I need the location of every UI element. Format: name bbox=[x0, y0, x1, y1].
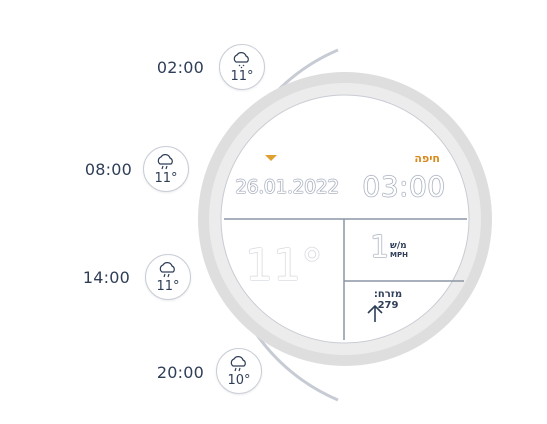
wind-speed: 1 bbox=[370, 230, 390, 265]
widget-frame bbox=[198, 48, 492, 402]
forecast-time: 14:00 bbox=[82, 268, 130, 287]
forecast-temp: 11° bbox=[156, 279, 180, 294]
wind-unit-line2: MPH bbox=[390, 251, 408, 259]
cloud-rain-icon bbox=[157, 154, 173, 170]
cloud-snow-icon bbox=[233, 52, 249, 69]
forecast-badge[interactable]: 11° bbox=[219, 44, 265, 90]
wind-unit-line1: מ/ש bbox=[390, 241, 407, 251]
city-name: חיפה bbox=[414, 152, 440, 165]
cloud-rain-icon bbox=[230, 356, 246, 372]
wind-unit: מ/ש MPH bbox=[390, 242, 408, 260]
current-time: 03:00 bbox=[362, 170, 446, 203]
forecast-time: 08:00 bbox=[84, 160, 132, 179]
cloud-rain-icon bbox=[159, 262, 175, 278]
current-date: 26.01.2022 bbox=[235, 176, 339, 198]
arrow-up-icon bbox=[367, 304, 383, 322]
forecast-badge[interactable]: 11° bbox=[143, 146, 189, 192]
forecast-badge[interactable]: 10° bbox=[216, 348, 262, 394]
forecast-temp: 11° bbox=[230, 69, 254, 84]
current-temperature: 11° bbox=[245, 240, 323, 291]
forecast-time: 02:00 bbox=[156, 58, 204, 77]
forecast-temp: 11° bbox=[154, 171, 178, 186]
location-marker-icon bbox=[265, 155, 277, 161]
forecast-badge[interactable]: 11° bbox=[145, 254, 191, 300]
forecast-temp: 10° bbox=[227, 373, 251, 388]
forecast-time: 20:00 bbox=[156, 363, 204, 382]
